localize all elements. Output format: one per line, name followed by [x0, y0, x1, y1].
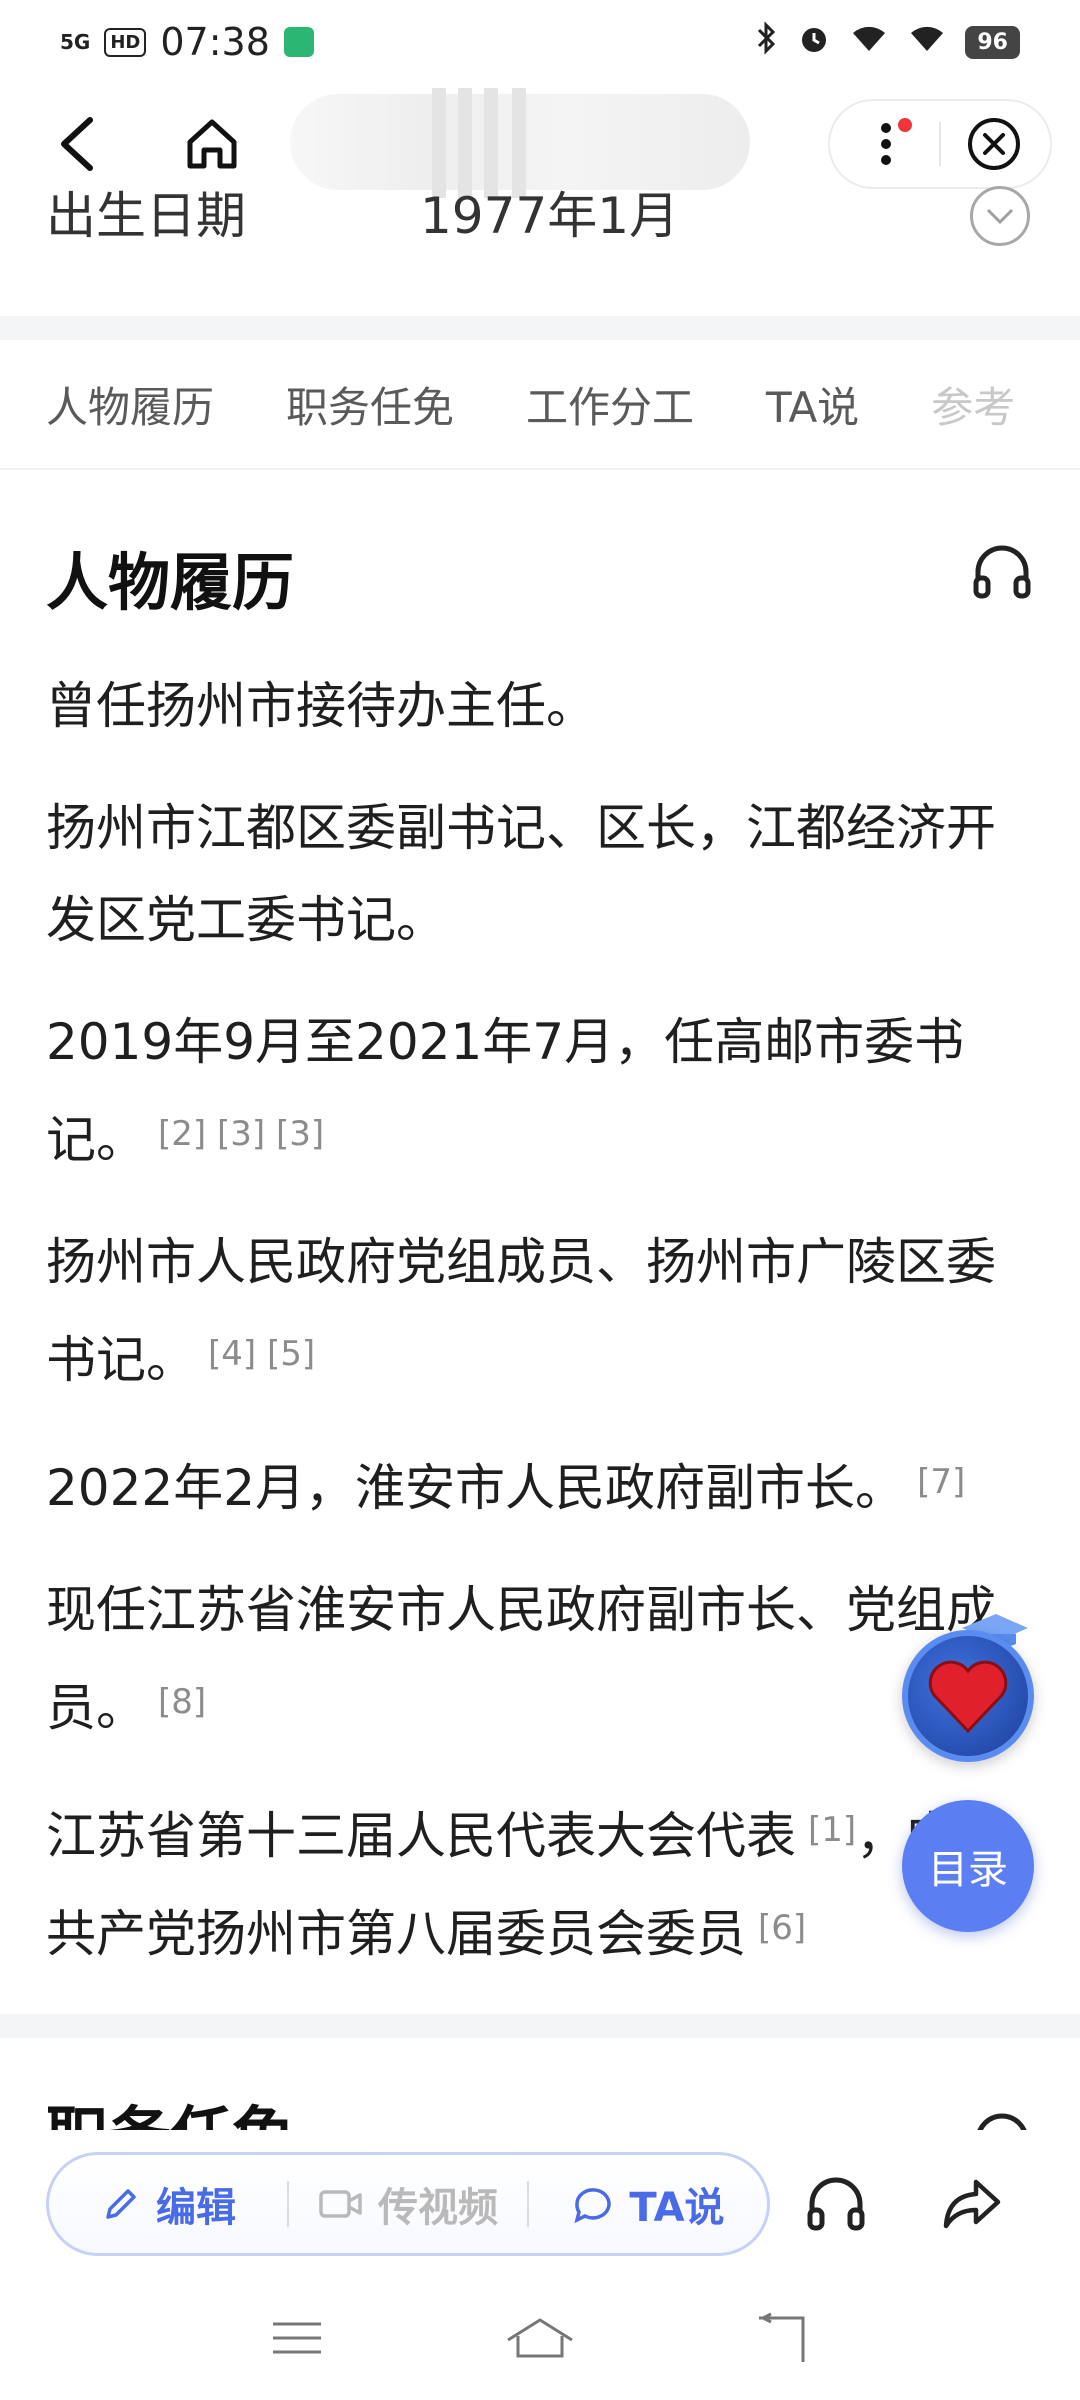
more-dots-icon	[880, 123, 891, 165]
listen-button[interactable]	[970, 540, 1034, 604]
career-paragraph: 扬州市江都区委副书记、区长，江都经济开发区党工委书记。	[46, 782, 1036, 966]
career-paragraph: 曾任扬州市接待办主任。	[46, 660, 1036, 752]
birth-date-label: 出生日期	[46, 187, 246, 245]
table-of-contents-button[interactable]: 目录	[902, 1800, 1034, 1932]
section-title: 人物履历	[46, 546, 295, 619]
close-button[interactable]	[964, 114, 1024, 174]
share-arrow-icon	[943, 2179, 1001, 2229]
network-indicator: 5G	[60, 30, 91, 54]
hd-badge: HD	[104, 27, 147, 57]
edit-button[interactable]: 编辑	[49, 2175, 287, 2233]
ta-says-label: TA说	[629, 2185, 725, 2231]
career-paragraph: 扬州市人民政府党组成员、扬州市广陵区委书记。 [4] [5]	[46, 1216, 1036, 1406]
tab-references[interactable]: 参考	[931, 374, 1015, 435]
video-camera-icon	[319, 2190, 362, 2218]
section-separator	[0, 2014, 1080, 2038]
close-icon	[968, 118, 1021, 170]
headphones-icon	[807, 2177, 865, 2231]
status-bar: 5G HD 07:38 96	[0, 0, 1080, 84]
reference-links[interactable]: [8]	[158, 1682, 206, 1722]
share-button[interactable]	[936, 2168, 1008, 2240]
career-paragraph: 现任江苏省淮安市人民政府副市长、党组成员。 [8]	[46, 1564, 1036, 1754]
paragraph-text: 江苏省第十三届人民代表大会代表	[46, 1807, 796, 1865]
upload-video-label: 传视频	[378, 2185, 498, 2231]
bluetooth-icon	[755, 20, 779, 64]
system-navigation-bar	[0, 2280, 1080, 2400]
chevron-down-icon	[986, 208, 1014, 225]
capsule-divider	[938, 122, 941, 166]
paragraph-text: 扬州市人民政府党组成员、扬州市广陵区委书记。	[46, 1233, 996, 1389]
wifi-secondary-icon	[907, 20, 947, 64]
listen-toolbar-button[interactable]	[800, 2168, 872, 2240]
back-corner-icon	[759, 2312, 805, 2362]
action-pill: 编辑 传视频 TA说	[46, 2152, 770, 2256]
menu-lines-icon	[272, 2322, 321, 2354]
career-paragraph: 江苏省第十三届人民代表大会代表[1]，中国共产党扬州市第八届委员会委员[6]	[46, 1784, 1036, 1980]
pencil-icon	[106, 2189, 136, 2219]
birth-date-row: 出生日期 1977年1月	[0, 176, 1080, 266]
edit-label: 编辑	[156, 2185, 236, 2231]
reference-links[interactable]: [1]	[808, 1810, 856, 1850]
section-separator	[0, 316, 1080, 340]
reference-links[interactable]: [6]	[758, 1908, 806, 1948]
paragraph-text: 2022年2月，淮安市人民政府副市长。	[46, 1459, 906, 1517]
status-time: 07:38	[160, 20, 270, 64]
system-home-button[interactable]	[504, 2316, 576, 2364]
notification-dot	[897, 118, 912, 132]
ta-says-button[interactable]: TA说	[529, 2175, 767, 2233]
battery-indicator: 96	[965, 25, 1020, 59]
wifi-icon	[849, 20, 889, 64]
system-back-button[interactable]	[757, 2312, 809, 2368]
tab-work-division[interactable]: 工作分工	[526, 374, 694, 435]
heart-icon	[928, 1660, 1008, 1734]
alarm-icon	[797, 20, 831, 64]
expand-info-button[interactable]	[970, 186, 1030, 246]
bottom-toolbar: 编辑 传视频 TA说	[0, 2130, 1080, 2280]
home-icon	[187, 119, 237, 169]
career-paragraph: 2022年2月，淮安市人民政府副市长。 [7]	[46, 1436, 1036, 1534]
back-arrow-icon	[61, 117, 93, 171]
tab-career[interactable]: 人物履历	[46, 374, 214, 435]
career-paragraph: 2019年9月至2021年7月，任高邮市委书记。 [2] [3] [3]	[46, 996, 1036, 1186]
tab-ta-says[interactable]: TA说	[766, 374, 859, 435]
home-outline-icon	[507, 2318, 573, 2358]
reference-links[interactable]: [2] [3] [3]	[158, 1114, 324, 1154]
career-content: 曾任扬州市接待办主任。 扬州市江都区委副书记、区长，江都经济开发区党工委书记。 …	[46, 660, 1036, 2010]
headphones-icon	[973, 545, 1031, 599]
more-menu-button[interactable]	[856, 114, 916, 174]
tab-appointments[interactable]: 职务任免	[286, 374, 454, 435]
reference-links[interactable]: [4] [5]	[208, 1334, 315, 1374]
chat-bubble-icon	[574, 2188, 612, 2224]
birth-date-value: 1977年1月	[420, 187, 680, 245]
reference-links[interactable]: [7]	[917, 1462, 965, 1502]
paragraph-text: 曾任扬州市接待办主任。	[46, 677, 596, 735]
section-tabs: 人物履历 职务任免 工作分工 TA说 参考	[0, 340, 1080, 470]
mascot-heart-button[interactable]	[902, 1630, 1034, 1762]
upload-video-button[interactable]: 传视频	[289, 2175, 527, 2233]
paragraph-text: 扬州市江都区委副书记、区长，江都经济开发区党工委书记。	[46, 799, 996, 949]
app-notification-icon	[283, 27, 314, 57]
recent-apps-button[interactable]	[271, 2318, 323, 2362]
